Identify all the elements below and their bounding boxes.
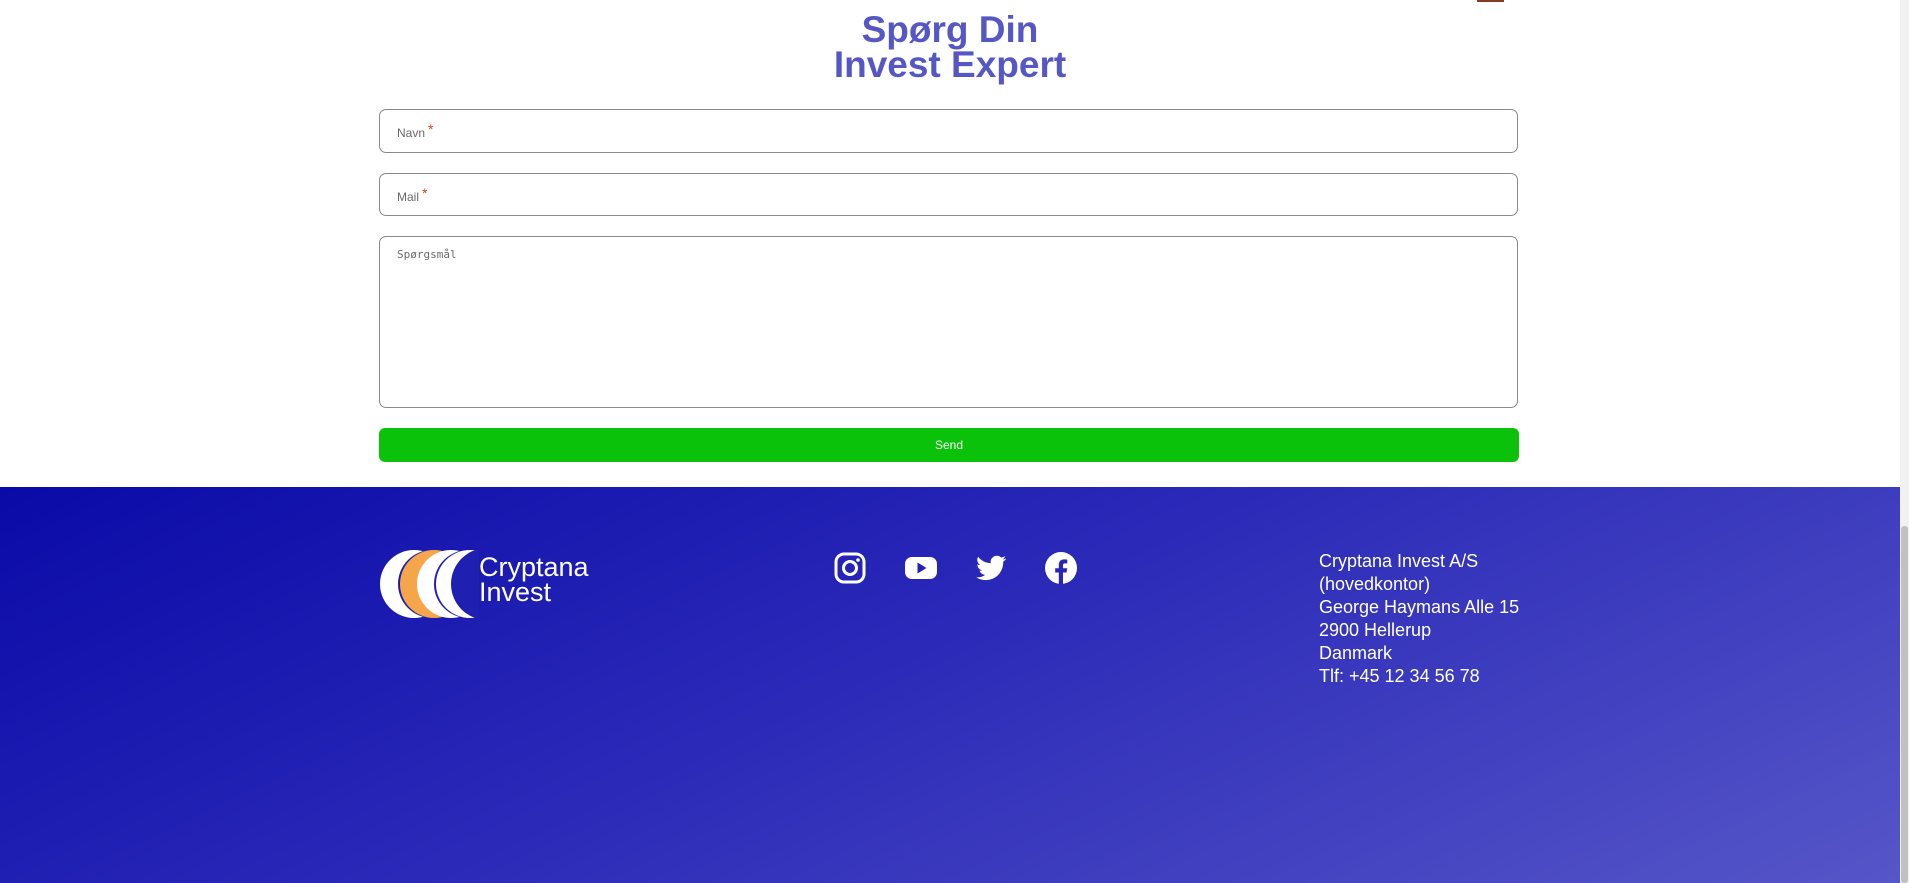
instagram-link[interactable]: [833, 551, 867, 585]
address-line: Danmark: [1319, 643, 1393, 663]
address-line: (hovedkontor): [1319, 574, 1431, 594]
logo-wordmark: Cryptana Invest: [479, 554, 589, 607]
footer: Cryptana Invest Cryptana Invest A/S (hov…: [0, 487, 1900, 883]
name-label-text: Navn: [397, 126, 426, 140]
cryptana-invest-logo[interactable]: Cryptana Invest: [379, 548, 599, 621]
company-address: Cryptana Invest A/S (hovedkontor) George…: [1319, 550, 1519, 688]
mail-field[interactable]: Mail *: [379, 173, 1518, 216]
contact-form-section: Spørg Din Invest Expert Navn * Mail * Spør…: [0, 0, 1900, 487]
title-line-1: Spørg Din: [861, 9, 1039, 50]
name-field-label: Navn *: [397, 121, 434, 140]
question-placeholder: Spørgsmål: [397, 248, 457, 261]
address-line: Cryptana Invest A/S: [1319, 551, 1479, 571]
logo-line-2: Invest: [479, 577, 552, 607]
required-asterisk: *: [428, 121, 434, 137]
twitter-icon: [976, 555, 1007, 581]
address-line: 2900 Hellerup: [1319, 620, 1432, 640]
youtube-link[interactable]: [904, 551, 938, 585]
mail-field-label: Mail *: [397, 185, 428, 204]
required-asterisk: *: [422, 185, 428, 201]
page: Spørg Din Invest Expert Navn * Mail * Spør…: [0, 0, 1909, 883]
facebook-link[interactable]: [1044, 551, 1078, 585]
twitter-link[interactable]: [974, 551, 1008, 585]
youtube-icon: [905, 557, 937, 579]
scrollbar-thumb[interactable]: [1901, 526, 1908, 883]
send-button[interactable]: Send: [379, 428, 1519, 462]
mail-label-text: Mail: [397, 190, 420, 204]
phone-number: Tlf: +45 12 34 56 78: [1319, 666, 1480, 686]
title-line-2: Invest Expert: [833, 44, 1067, 85]
logo-moons-icon: [380, 548, 523, 620]
instagram-icon: [834, 552, 866, 584]
facebook-icon: [1045, 552, 1077, 584]
page-title: Spørg Din Invest Expert: [380, 9, 1520, 85]
address-line: George Haymans Alle 15: [1319, 597, 1520, 617]
top-corner-element: [1477, 0, 1504, 2]
question-textarea[interactable]: Spørgsmål: [379, 236, 1518, 408]
name-field[interactable]: Navn *: [379, 109, 1518, 153]
